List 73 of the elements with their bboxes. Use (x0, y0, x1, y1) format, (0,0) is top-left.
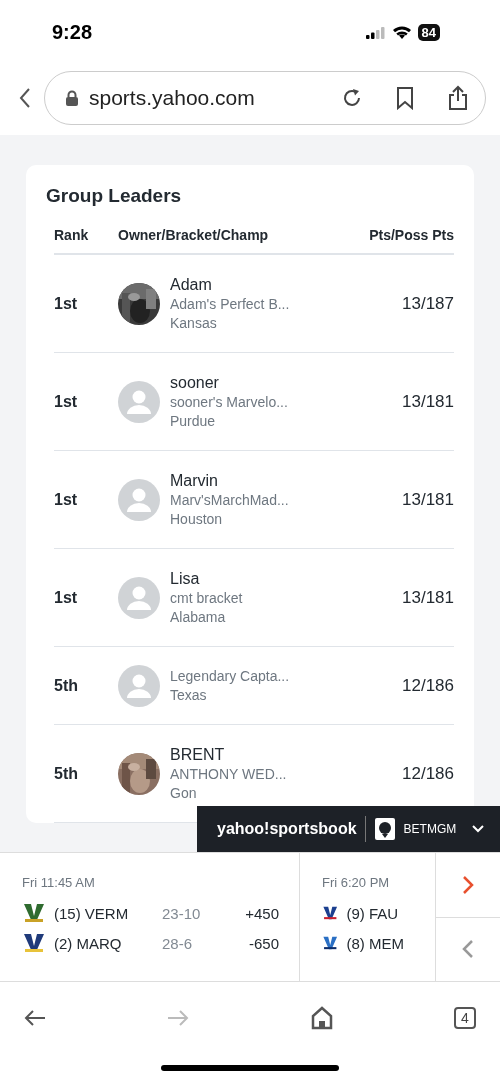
team-logo-icon (22, 932, 46, 954)
reload-icon[interactable] (341, 87, 363, 109)
betting-odds: +450 (244, 904, 279, 922)
rank-text: 1st (54, 490, 78, 509)
points-text: 13/181 (402, 587, 454, 608)
sportsbook-logo: yahoo!sportsbook (217, 820, 357, 838)
url-text: sports.yahoo.com (89, 86, 256, 110)
avatar-icon (118, 576, 160, 619)
arrow-left-icon (24, 1009, 46, 1027)
status-time: 9:28 (52, 21, 93, 44)
owner-name: Marvin (170, 471, 218, 491)
avatar-icon (118, 664, 160, 707)
champion-name: Purdue (170, 412, 216, 431)
chevron-right-icon (462, 874, 474, 895)
game-score-card[interactable]: Fri 11:45 AM (15) VERM 23-10 +450 (2) MARQ 28-6 -650 (0, 853, 300, 981)
lock-icon (65, 90, 79, 106)
bracket-name: Adam's Perfect B... (170, 295, 290, 314)
bracket-name: cmt bracket (170, 589, 243, 608)
avatar-icon (118, 380, 160, 423)
card-title: Group Leaders (46, 185, 183, 207)
owner-name: BRENT (170, 745, 225, 765)
team-logo-icon (22, 902, 46, 924)
team-name: (9) FAU (346, 904, 400, 922)
owner-name: Adam (170, 275, 212, 295)
champion-name: Gon (170, 784, 197, 803)
share-icon[interactable] (447, 85, 469, 111)
team-name: (15) VERM (54, 904, 130, 922)
tabs-button[interactable]: 4 (454, 1007, 476, 1029)
points-text: 13/181 (402, 391, 454, 412)
bracket-name: ANTHONY WED... (170, 765, 287, 784)
team-record: 28-6 (162, 934, 194, 952)
team-name: (2) MARQ (54, 934, 123, 952)
column-header: Rank (54, 217, 118, 255)
rank-text: 1st (54, 392, 78, 411)
rank-text: 5th (54, 676, 78, 695)
bracket-name: Legendary Capta... (170, 666, 290, 686)
team-record: 23-10 (162, 904, 202, 922)
back-button[interactable] (18, 87, 32, 109)
betting-odds: -650 (247, 934, 279, 952)
game-time: Fri 6:20 PM (322, 875, 391, 890)
team-name: (8) MEM (346, 934, 405, 952)
owner-name: Lisa (170, 569, 200, 589)
points-text: 13/187 (402, 293, 454, 314)
champion-name: Alabama (170, 608, 226, 627)
arrow-right-icon (167, 1009, 190, 1027)
champion-name: Kansas (170, 314, 217, 333)
bracket-name: Marv'sMarchMad... (170, 491, 289, 510)
column-header: Owner/Bracket/Champ (118, 217, 370, 255)
bookmark-icon[interactable] (395, 86, 415, 110)
points-text: 12/186 (402, 675, 454, 696)
chevron-left-icon (462, 939, 474, 960)
owner-name: sooner (170, 373, 219, 393)
game-time: Fri 11:45 AM (22, 875, 96, 890)
column-header: Pts/Poss Pts (369, 217, 454, 255)
sportsbook-banner[interactable]: yahoo!sportsbook BETMGM (197, 806, 500, 852)
battery-level: 84 (417, 24, 440, 41)
home-icon (310, 1006, 333, 1030)
points-text: 12/186 (402, 763, 454, 784)
points-text: 13/181 (402, 489, 454, 510)
rank-text: 1st (54, 294, 78, 313)
chevron-left-icon (18, 87, 32, 109)
wifi-icon (391, 25, 412, 40)
back-button[interactable] (24, 1009, 46, 1027)
rank-text: 5th (54, 764, 78, 783)
signal-icon (365, 26, 386, 39)
champion-name: Texas (170, 685, 207, 705)
avatar-icon (118, 478, 160, 521)
chevron-down-icon[interactable] (472, 825, 484, 833)
bracket-name: sooner's Marvelo... (170, 393, 288, 412)
champion-name: Houston (170, 510, 223, 529)
home-button[interactable] (310, 1006, 333, 1030)
partner-logo: BETMGM (403, 822, 458, 836)
rank-text: 1st (54, 588, 78, 607)
